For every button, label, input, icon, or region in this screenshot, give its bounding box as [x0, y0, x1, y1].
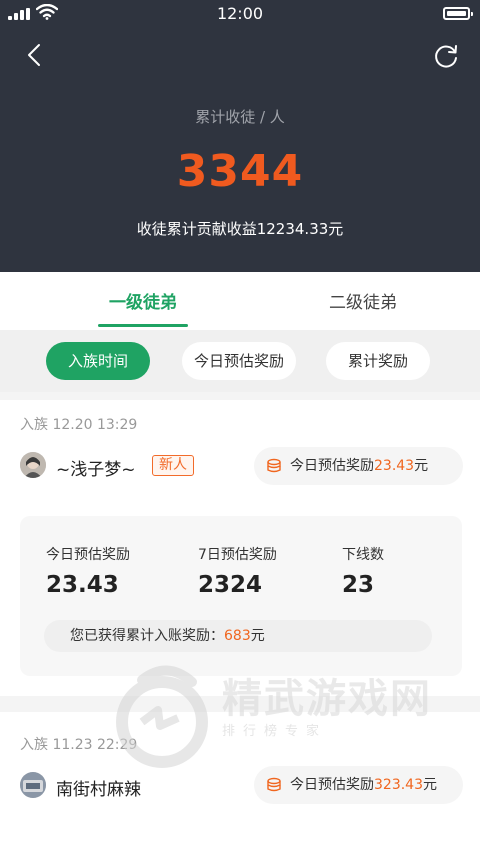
coin-stack-icon: [267, 458, 281, 473]
reward-value: 23.43: [374, 458, 415, 474]
today-reward-pill: 今日预估奖励23.43元: [254, 447, 463, 485]
accumulated-reward-bar: 您已获得累计入账奖励：683元: [44, 620, 432, 652]
avatar: [20, 772, 46, 798]
apprentice-card[interactable]: 入族 12.20 13:29 ~浅子梦~ 新人 今日预估奖励23.43元 今日预…: [0, 400, 480, 696]
stats-panel: 今日预估奖励 23.43 7日预估奖励 2324 下线数 23 您已获得累计入账…: [20, 516, 462, 676]
active-tab-indicator: [98, 324, 188, 327]
reward-unit: 元: [423, 777, 437, 793]
stat-value-7day: 2324: [198, 572, 263, 598]
tab-first-level[interactable]: 一级徒弟: [23, 288, 263, 313]
reward-value: 323.43: [374, 777, 423, 793]
status-bar: 12:00: [0, 0, 480, 28]
stat-label-today: 今日预估奖励: [46, 547, 130, 563]
accum-label: 您已获得累计入账奖励：: [70, 628, 224, 644]
filter-today-reward[interactable]: 今日预估奖励: [182, 342, 296, 380]
accum-value: 683: [224, 628, 251, 644]
stat-label-7day: 7日预估奖励: [198, 547, 277, 563]
reward-unit: 元: [414, 458, 429, 474]
header: 12:00 累计收徒 / 人 3344 收徒累计贡献收益12234.33元: [0, 0, 480, 272]
apprentice-name: ~浅子梦~: [56, 460, 136, 480]
battery-icon: [443, 7, 473, 20]
contribution-summary: 收徒累计贡献收益12234.33元: [136, 220, 344, 238]
apprentice-card[interactable]: 入族 11.23 22:29 南街村麻辣 今日预估奖励323.43元: [0, 712, 480, 844]
tab-bar: 一级徒弟 二级徒弟: [0, 272, 480, 330]
refresh-icon[interactable]: [432, 42, 460, 70]
apprentice-name: 南街村麻辣: [56, 780, 141, 800]
filter-total-reward[interactable]: 累计奖励: [326, 342, 430, 380]
stat-label-downline: 下线数: [342, 547, 384, 563]
accum-unit: 元: [250, 628, 265, 644]
join-time: 入族 12.20 13:29: [20, 417, 138, 433]
join-time: 入族 11.23 22:29: [20, 737, 138, 753]
new-member-badge: 新人: [152, 455, 194, 476]
sort-filter-bar: 入族时间 今日预估奖励 累计奖励: [0, 330, 480, 392]
avatar: [20, 452, 46, 478]
stat-value-downline: 23: [342, 572, 375, 598]
today-reward-pill: 今日预估奖励323.43元: [254, 766, 463, 804]
reward-label: 今日预估奖励: [290, 458, 374, 474]
total-label: 累计收徒 / 人: [195, 108, 285, 126]
back-icon[interactable]: [22, 42, 48, 68]
stat-value-today: 23.43: [46, 572, 119, 598]
reward-label: 今日预估奖励: [290, 777, 374, 793]
total-apprentice-count: 3344: [176, 146, 304, 197]
coin-stack-icon: [267, 777, 281, 792]
status-time: 12:00: [216, 4, 264, 23]
tab-second-level[interactable]: 二级徒弟: [243, 288, 480, 313]
filter-join-time[interactable]: 入族时间: [46, 342, 150, 380]
